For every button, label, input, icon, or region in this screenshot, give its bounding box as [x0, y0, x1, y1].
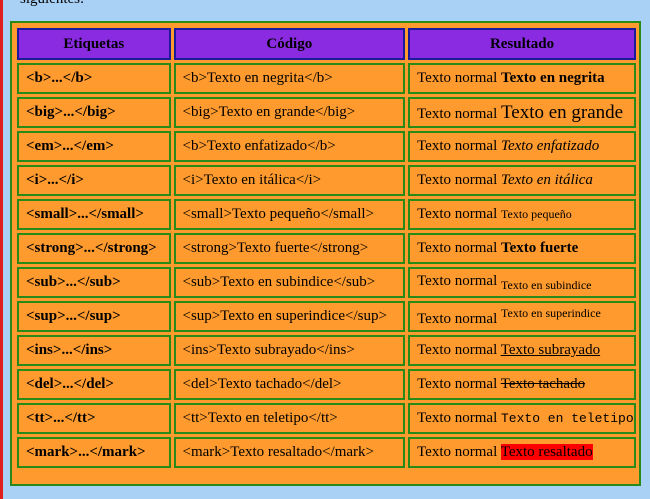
intro-text: siguientes:: [20, 0, 84, 8]
normal-text: Texto normal: [417, 342, 498, 358]
tag-cell: <del>...</del>: [17, 369, 171, 400]
result-cell: Texto normal Texto pequeño: [408, 199, 636, 230]
styled-result-text: Texto resaltado: [500, 444, 593, 460]
code-cell: <b>Texto enfatizado</b>: [173, 131, 406, 162]
code-cell: <strong>Texto fuerte</strong>: [173, 233, 406, 264]
result-cell: Texto normal Texto enfatizado: [408, 131, 636, 162]
table-header-row: Etiquetas Código Resultado: [17, 28, 636, 60]
table-body: <b>...</b> <b>Texto en negrita</b> Texto n…: [17, 63, 636, 468]
styled-result-text: Texto en subindice: [501, 277, 592, 292]
tag-cell: <big>...</big>: [17, 97, 171, 128]
table-row: <sub>...</sub> <sub>Texto en subindice</s…: [17, 267, 636, 298]
normal-text: Texto normal: [417, 444, 498, 460]
table-row: <tt>...</tt> <tt>Texto en teletipo</tt> Te…: [17, 403, 636, 434]
tag-cell: <mark>...</mark>: [17, 437, 171, 468]
left-edge-bar: [0, 0, 3, 499]
tag-cell: <i>...</i>: [17, 165, 171, 196]
normal-text: Texto normal: [417, 310, 498, 327]
styled-result-text: Texto en negrita: [501, 70, 605, 86]
tag-cell: <ins>...</ins>: [17, 335, 171, 366]
code-cell: <big>Texto en grande</big>: [173, 97, 406, 128]
table-row: <mark>...</mark> <mark>Texto resaltado</m…: [17, 437, 636, 468]
code-cell: <sub>Texto en subindice</sub>: [173, 267, 406, 298]
normal-text: Texto normal: [417, 206, 498, 222]
result-cell: Texto normal Texto en grande: [408, 97, 636, 128]
styled-result-text: Texto en teletipo: [501, 411, 634, 426]
tag-cell: <em>...</em>: [17, 131, 171, 162]
table-row: <ins>...</ins> <ins>Texto subrayado</ins>…: [17, 335, 636, 366]
tag-cell: <b>...</b>: [17, 63, 171, 94]
styled-result-text: Texto enfatizado: [501, 138, 600, 154]
normal-text: Texto normal: [417, 138, 498, 154]
code-cell: <small>Texto pequeño</small>: [173, 199, 406, 230]
styled-result-text: Texto en grande: [501, 101, 624, 123]
normal-text: Texto normal: [417, 410, 498, 426]
header-etiquetas: Etiquetas: [17, 28, 171, 60]
tag-cell: <strong>...</strong>: [17, 233, 171, 264]
table-row: <big>...</big> <big>Texto en grande</big>…: [17, 97, 636, 128]
styled-result-text: Texto subrayado: [500, 342, 601, 358]
normal-text: Texto normal: [417, 105, 498, 122]
tag-cell: <sub>...</sub>: [17, 267, 171, 298]
header-codigo: Código: [173, 28, 406, 60]
code-cell: <tt>Texto en teletipo</tt>: [173, 403, 406, 434]
styled-result-text: Texto en itálica: [501, 172, 593, 188]
table-row: <del>...</del> <del>Texto tachado</del> Te…: [17, 369, 636, 400]
styled-result-text: Texto tachado: [500, 376, 586, 392]
result-cell: Texto normal Texto tachado: [408, 369, 636, 400]
result-cell: Texto normal Texto en itálica: [408, 165, 636, 196]
normal-text: Texto normal: [417, 70, 498, 86]
header-resultado: Resultado: [408, 28, 636, 60]
table-row: <sup>...</sup> <sup>Texto en superindice<…: [17, 301, 636, 332]
normal-text: Texto normal: [417, 376, 498, 392]
code-cell: <b>Texto en negrita</b>: [173, 63, 406, 94]
table-row: <strong>...</strong> <strong>Texto fuerte…: [17, 233, 636, 264]
styled-result-text: Texto pequeño: [501, 207, 572, 221]
result-cell: Texto normal Texto fuerte: [408, 233, 636, 264]
table-row: <small>...</small> <small>Texto pequeño</…: [17, 199, 636, 230]
tag-cell: <sup>...</sup>: [17, 301, 171, 332]
result-cell: Texto normal Texto en subindice: [408, 267, 636, 298]
code-cell: <del>Texto tachado</del>: [173, 369, 406, 400]
code-cell: <i>Texto en itálica</i>: [173, 165, 406, 196]
code-cell: <mark>Texto resaltado</mark>: [173, 437, 406, 468]
result-cell: Texto normal Texto en negrita: [408, 63, 636, 94]
table-row: <em>...</em> <b>Texto enfatizado</b> Texto…: [17, 131, 636, 162]
table-row: <i>...</i> <i>Texto en itálica</i> Texto n…: [17, 165, 636, 196]
tag-cell: <small>...</small>: [17, 199, 171, 230]
result-cell: Texto normal Texto en superindice: [408, 301, 636, 332]
html-tags-table: Etiquetas Código Resultado <b>...</b> <b>…: [14, 25, 639, 471]
normal-text: Texto normal: [417, 240, 498, 256]
code-cell: <sup>Texto en superindice</sup>: [173, 301, 406, 332]
tags-table-container: Etiquetas Código Resultado <b>...</b> <b>…: [10, 21, 641, 486]
normal-text: Texto normal: [417, 272, 498, 289]
normal-text: Texto normal: [417, 172, 498, 188]
table-row: <b>...</b> <b>Texto en negrita</b> Texto n…: [17, 63, 636, 94]
styled-result-text: Texto fuerte: [501, 240, 579, 256]
result-cell: Texto normal Texto resaltado: [408, 437, 636, 468]
code-cell: <ins>Texto subrayado</ins>: [173, 335, 406, 366]
result-cell: Texto normal Texto subrayado: [408, 335, 636, 366]
styled-result-text: Texto en superindice: [501, 305, 601, 320]
tag-cell: <tt>...</tt>: [17, 403, 171, 434]
result-cell: Texto normal Texto en teletipo: [408, 403, 636, 434]
